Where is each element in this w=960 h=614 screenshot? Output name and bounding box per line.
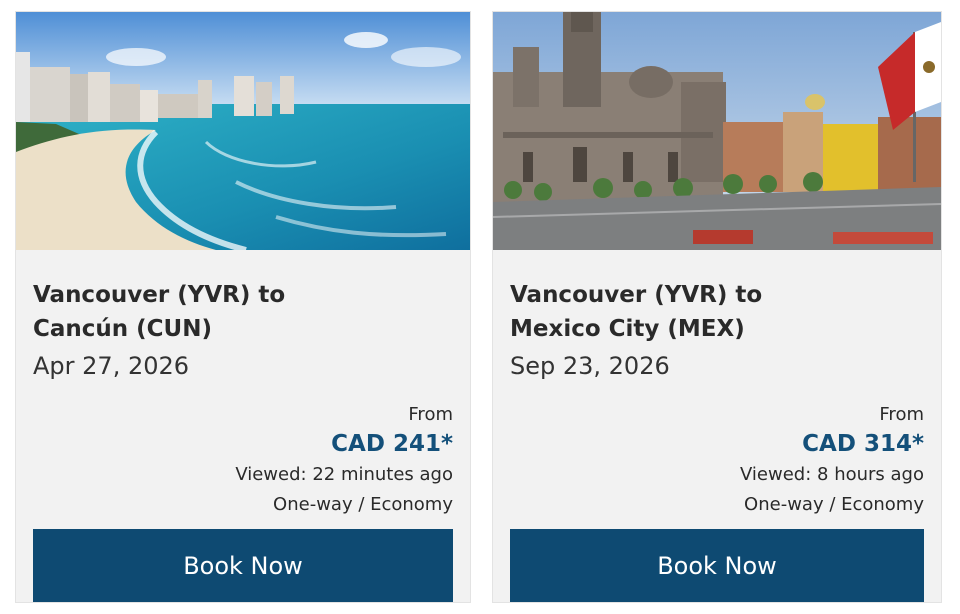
book-now-button[interactable]: Book Now [33,529,453,602]
book-now-button[interactable]: Book Now [510,529,924,602]
destination-photo-cancun[interactable] [16,12,470,250]
travel-date: Apr 27, 2026 [33,352,190,380]
viewed-time: Viewed: 22 minutes ago [235,464,453,485]
route-origin: Vancouver (YVR) to [510,282,763,308]
route-title: Vancouver (YVR) to Mexico City (MEX) [510,278,762,346]
route-origin: Vancouver (YVR) to [33,282,286,308]
travel-date: Sep 23, 2026 [510,352,670,380]
trip-type: One-way / Economy [744,494,924,515]
price-box: From CAD 241* Viewed: 22 minutes ago One… [235,402,453,520]
from-label: From [879,404,924,425]
route-title: Vancouver (YVR) to Cancún (CUN) [33,278,285,346]
viewed-time: Viewed: 8 hours ago [740,464,924,485]
route-destination: Cancún (CUN) [33,316,212,342]
deal-card-mexico-city[interactable]: Vancouver (YVR) to Mexico City (MEX) Sep… [493,12,941,602]
deal-card-cancun[interactable]: Vancouver (YVR) to Cancún (CUN) Apr 27, … [16,12,470,602]
trip-type: One-way / Economy [273,494,453,515]
route-destination: Mexico City (MEX) [510,316,745,342]
price-box: From CAD 314* Viewed: 8 hours ago One-wa… [740,402,924,520]
fare-price: CAD 314* [802,431,924,457]
destination-photo-mexico-city[interactable] [493,12,941,250]
from-label: From [408,404,453,425]
fare-price: CAD 241* [331,431,453,457]
deal-cards: Vancouver (YVR) to Cancún (CUN) Apr 27, … [0,0,960,614]
